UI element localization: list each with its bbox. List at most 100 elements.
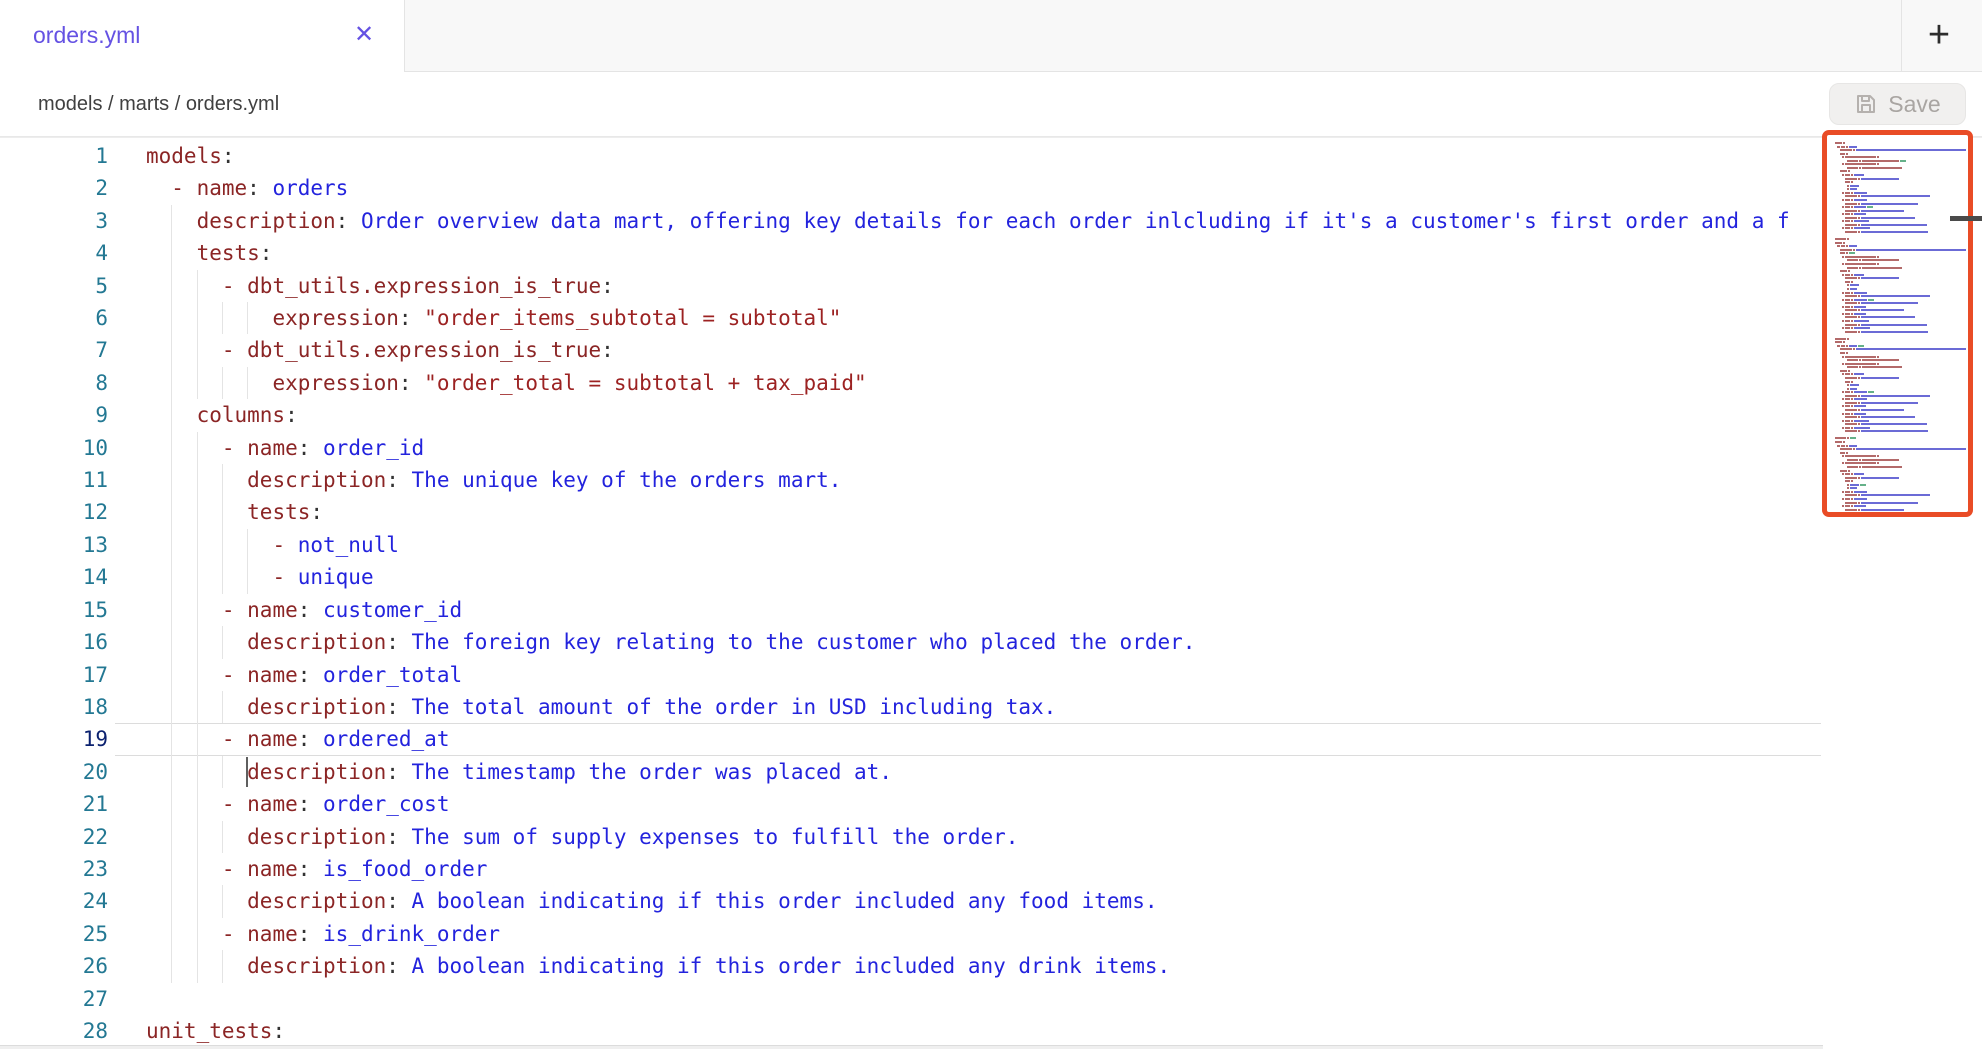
code-token: : bbox=[260, 241, 273, 265]
indent-guide bbox=[171, 529, 172, 561]
code-token: : bbox=[336, 209, 349, 233]
code-lines[interactable]: 1models:2 - name: orders3 description: O… bbox=[0, 140, 1823, 1049]
minimap-segment bbox=[1846, 245, 1848, 247]
minimap-segment bbox=[1845, 302, 1857, 304]
minimap-segment bbox=[1853, 149, 1855, 151]
code-token: name bbox=[247, 857, 298, 881]
code-line[interactable]: 1models: bbox=[0, 140, 1823, 172]
minimap-row bbox=[1845, 309, 1904, 311]
indent-guide bbox=[197, 723, 198, 755]
minimap-segment bbox=[1868, 391, 1874, 393]
minimap-segment bbox=[1845, 420, 1849, 422]
minimap-segment bbox=[1845, 430, 1857, 432]
code-line[interactable]: 15 - name: customer_id bbox=[0, 594, 1823, 626]
minimap-segment bbox=[1854, 491, 1867, 493]
indent-guide bbox=[222, 885, 223, 917]
minimap[interactable] bbox=[1827, 135, 1968, 512]
minimap-row bbox=[1835, 142, 1845, 144]
code-line[interactable]: 17 - name: order_total bbox=[0, 659, 1823, 691]
minimap-segment bbox=[1849, 252, 1855, 254]
code-editor[interactable]: 1models:2 - name: orders3 description: O… bbox=[0, 137, 1982, 1048]
minimap-segment bbox=[1861, 409, 1904, 411]
code-token: "order_total = subtotal + tax_paid" bbox=[412, 371, 867, 395]
code-token: unique bbox=[298, 565, 374, 589]
indent-guide bbox=[171, 302, 172, 334]
minimap-segment bbox=[1847, 384, 1849, 386]
code-line[interactable]: 23 - name: is_food_order bbox=[0, 853, 1823, 885]
code-line[interactable]: 8 expression: "order_total = subtotal + … bbox=[0, 367, 1823, 399]
code-line[interactable]: 5 - dbt_utils.expression_is_true: bbox=[0, 270, 1823, 302]
code-line[interactable]: 14 - unique bbox=[0, 561, 1823, 593]
indent-guide bbox=[197, 756, 198, 788]
code-line[interactable]: 22 description: The sum of supply expens… bbox=[0, 821, 1823, 853]
indent-guide bbox=[171, 367, 172, 399]
code-token: : bbox=[386, 630, 399, 654]
minimap-segment bbox=[1845, 299, 1849, 301]
minimap-row bbox=[1835, 338, 1849, 340]
new-tab-button[interactable]: + bbox=[1906, 4, 1972, 68]
code-line[interactable]: 19 - name: ordered_at bbox=[0, 723, 1823, 755]
code-token: : bbox=[386, 760, 399, 784]
minimap-row bbox=[1845, 477, 1900, 479]
code-token: Order overview data mart, offering key d… bbox=[348, 209, 1789, 233]
code-line[interactable]: 27 bbox=[0, 983, 1823, 1015]
minimap-row bbox=[1837, 245, 1856, 247]
code-line[interactable]: 9 columns: bbox=[0, 399, 1823, 431]
code-line[interactable]: 13 - not_null bbox=[0, 529, 1823, 561]
code-line[interactable]: 16 description: The foreign key relating… bbox=[0, 626, 1823, 658]
code-line[interactable]: 4 tests: bbox=[0, 237, 1823, 269]
indent-guide bbox=[171, 756, 172, 788]
code-line[interactable]: 6 expression: "order_items_subtotal = su… bbox=[0, 302, 1823, 334]
minimap-segment bbox=[1841, 245, 1845, 247]
save-icon bbox=[1854, 92, 1878, 116]
minimap-segment bbox=[1854, 420, 1869, 422]
code-line[interactable]: 24 description: A boolean indicating if … bbox=[0, 885, 1823, 917]
minimap-segment bbox=[1851, 306, 1853, 308]
minimap-segment bbox=[1858, 217, 1860, 219]
minimap-segment bbox=[1842, 498, 1844, 500]
code-line[interactable]: 26 description: A boolean indicating if … bbox=[0, 950, 1823, 982]
indent-guide bbox=[197, 334, 198, 366]
minimap-segment bbox=[1851, 320, 1853, 322]
minimap-segment bbox=[1842, 398, 1844, 400]
minimap-segment bbox=[1840, 448, 1852, 450]
minimap-segment bbox=[1859, 459, 1861, 461]
minimap-row bbox=[1842, 420, 1869, 422]
minimap-segment bbox=[1856, 348, 1966, 350]
indent-guide bbox=[171, 205, 172, 237]
code-token: order_id bbox=[310, 436, 424, 460]
code-line[interactable]: 21 - name: order_cost bbox=[0, 788, 1823, 820]
code-token: description bbox=[247, 825, 386, 849]
close-icon[interactable]: ✕ bbox=[342, 0, 386, 72]
code-token: : bbox=[298, 792, 311, 816]
tab-orders-yml[interactable]: orders.yml ✕ bbox=[0, 0, 405, 72]
indent-guide bbox=[197, 464, 198, 496]
indent-guide bbox=[247, 367, 248, 399]
code-line[interactable]: 20 description: The timestamp the order … bbox=[0, 756, 1823, 788]
code-line[interactable]: 11 description: The unique key of the or… bbox=[0, 464, 1823, 496]
code-token: : bbox=[399, 306, 412, 330]
minimap-segment bbox=[1861, 430, 1928, 432]
minimap-segment bbox=[1845, 178, 1857, 180]
minimap-segment bbox=[1846, 153, 1848, 155]
minimap-segment bbox=[1841, 445, 1845, 447]
code-line[interactable]: 12 tests: bbox=[0, 496, 1823, 528]
minimap-row bbox=[1840, 452, 1849, 454]
code-line[interactable]: 7 - dbt_utils.expression_is_true: bbox=[0, 334, 1823, 366]
code-line[interactable]: 3 description: Order overview data mart,… bbox=[0, 205, 1823, 237]
code-line[interactable]: 10 - name: order_id bbox=[0, 432, 1823, 464]
minimap-segment bbox=[1877, 363, 1879, 365]
save-button[interactable]: Save bbox=[1829, 83, 1966, 125]
code-line[interactable]: 2 - name: orders bbox=[0, 172, 1823, 204]
code-token: order_cost bbox=[310, 792, 449, 816]
minimap-segment bbox=[1847, 185, 1849, 187]
minimap-segment bbox=[1851, 373, 1853, 375]
minimap-segment bbox=[1861, 217, 1915, 219]
code-line[interactable]: 18 description: The total amount of the … bbox=[0, 691, 1823, 723]
code-line[interactable]: 28unit_tests: bbox=[0, 1015, 1823, 1047]
minimap-segment bbox=[1854, 427, 1871, 429]
minimap-row bbox=[1845, 178, 1900, 180]
minimap-segment bbox=[1835, 441, 1842, 443]
indent-guide bbox=[247, 302, 248, 334]
code-line[interactable]: 25 - name: is_drink_order bbox=[0, 918, 1823, 950]
